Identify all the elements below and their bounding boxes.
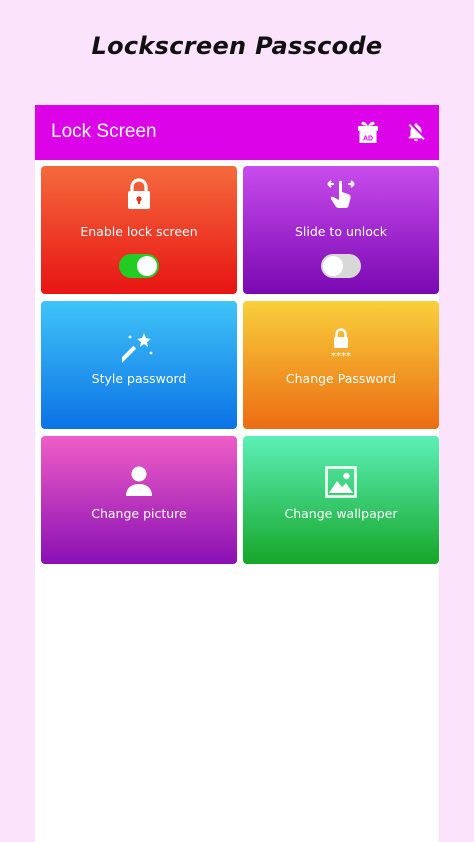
tile-label: Change Password — [285, 371, 397, 386]
person-icon — [126, 466, 152, 496]
gift-ad-icon: AD — [358, 121, 378, 143]
slide-to-unlock-tile[interactable]: Slide to unlock — [243, 166, 439, 294]
lock-asterisk-icon: **** — [331, 328, 351, 361]
bell-off-icon — [408, 123, 425, 142]
tile-label: Change wallpaper — [284, 506, 398, 521]
tile-label: Slide to unlock — [294, 224, 388, 239]
app-title: Lock Screen — [51, 121, 157, 142]
change-password-tile[interactable]: **** Change Password — [243, 301, 439, 429]
change-picture-tile[interactable]: Change picture — [41, 436, 237, 564]
tile-label: Style password — [91, 371, 187, 386]
ad-badge-text: AD — [363, 136, 373, 143]
promo-title: Lockscreen Passcode — [91, 32, 383, 60]
slide-to-unlock-toggle[interactable] — [321, 254, 361, 278]
swipe-hand-icon — [327, 180, 355, 208]
notification-toggle-button[interactable] — [401, 117, 431, 147]
image-icon — [325, 466, 357, 498]
style-password-tile[interactable]: Style password — [41, 301, 237, 429]
svg-text:****: **** — [331, 351, 351, 361]
tile-label: Enable lock screen — [80, 224, 198, 239]
enable-lock-toggle[interactable] — [119, 254, 159, 278]
tile-label: Change picture — [91, 506, 187, 521]
lock-icon — [128, 178, 150, 209]
phone-screen: Lock Screen AD Enable lock screen Slide … — [35, 105, 439, 842]
ad-gift-button[interactable]: AD — [353, 117, 383, 147]
change-wallpaper-tile[interactable]: Change wallpaper — [243, 436, 439, 564]
toggle-knob — [137, 256, 157, 276]
toggle-knob — [323, 256, 343, 276]
app-bar: Lock Screen AD — [35, 105, 439, 160]
enable-lock-screen-tile[interactable]: Enable lock screen — [41, 166, 237, 294]
magic-wand-icon — [122, 333, 153, 363]
